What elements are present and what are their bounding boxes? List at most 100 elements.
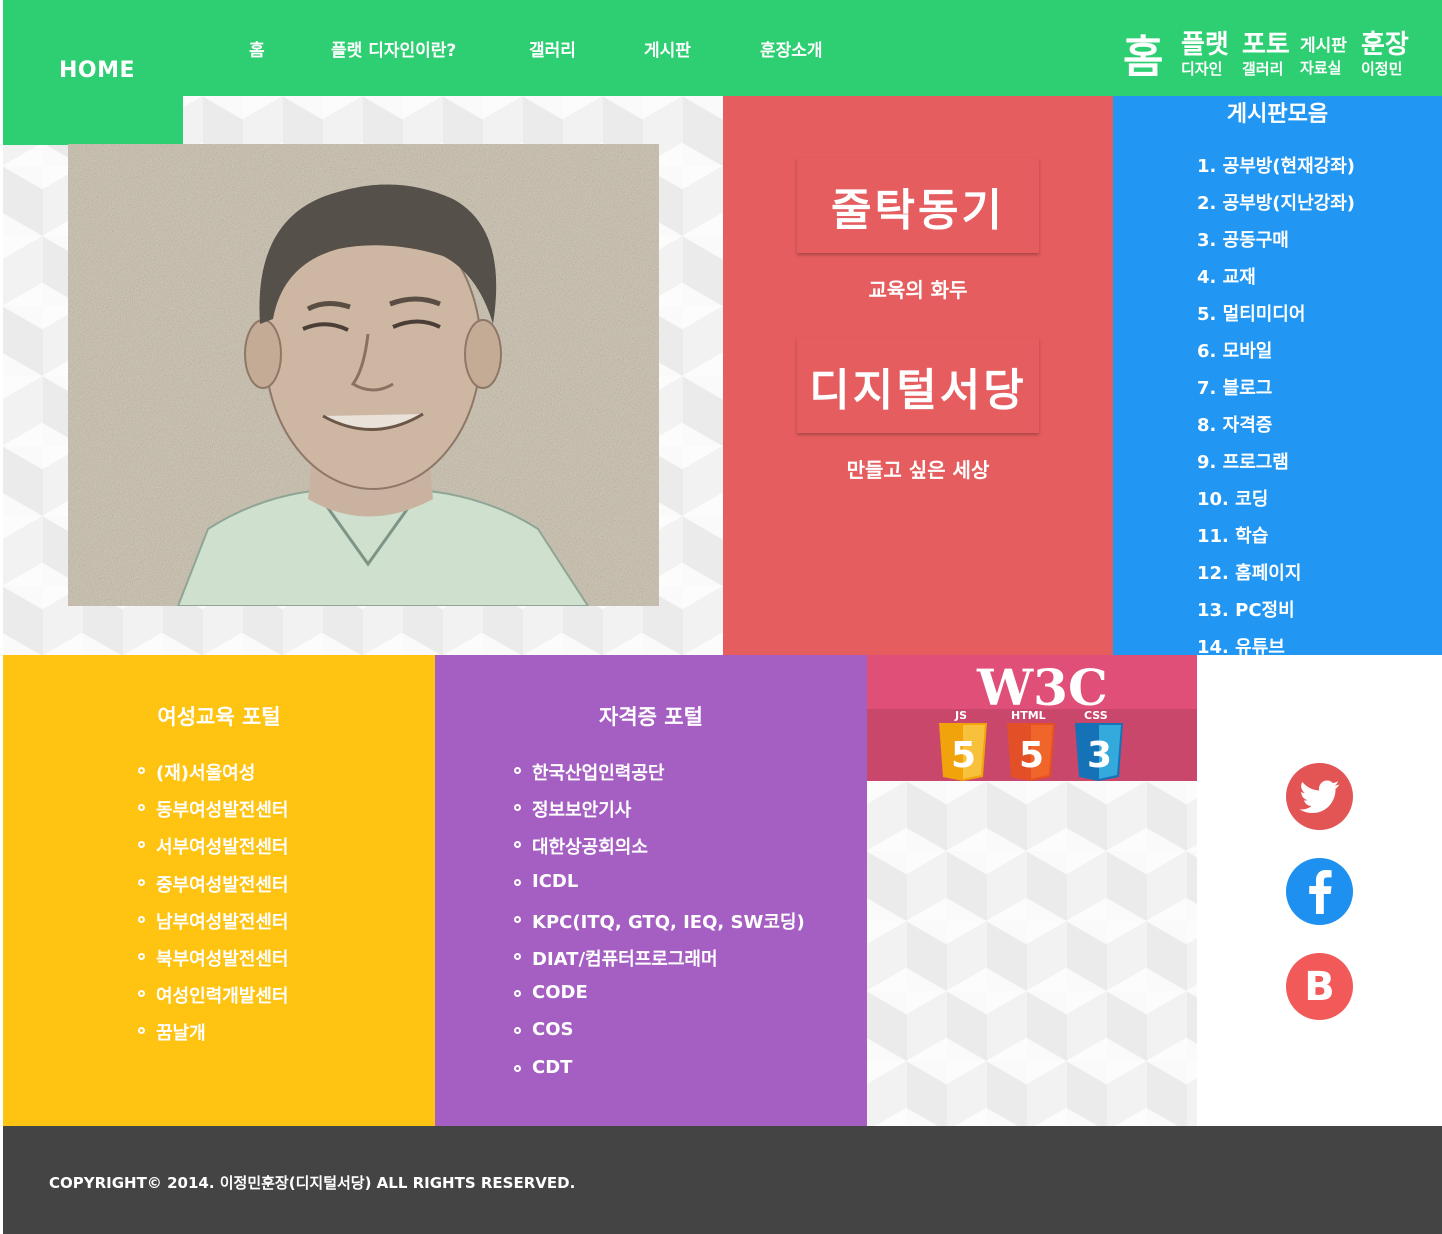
w3c-logo-icon: W3C JS 5 HTML 5 CSS 3 [939, 658, 1123, 781]
social-links: B [1197, 655, 1442, 1126]
women-portal-link[interactable]: 북부여성발전센터 [138, 945, 288, 982]
cert-portal-list: 한국산업인력공단 정보보안기사 대한상공회의소 ICDL KPC(ITQ, GT… [514, 759, 805, 1094]
motto-sub-education: 교육의 화두 [868, 278, 968, 302]
brand-board-small: 자료실 [1300, 59, 1342, 77]
motto-sub-world: 만들고 싶은 세상 [846, 458, 990, 482]
html-badge-number: 5 [1019, 735, 1044, 776]
bullet-icon [514, 878, 521, 886]
cert-portal-link[interactable]: KPC(ITQ, GTQ, IEQ, SW코딩) [514, 908, 805, 945]
js-badge-label: JS [954, 709, 967, 722]
cert-portal-link[interactable]: DIAT/컴퓨터프로그래머 [514, 945, 805, 982]
board-link[interactable]: 7. 블로그 [1197, 374, 1355, 411]
portrait-illustration [68, 144, 659, 606]
bullet-icon [138, 915, 145, 923]
board-link[interactable]: 2. 공부방(지난강좌) [1197, 189, 1355, 226]
motto-button-jultakdonggi[interactable]: 줄탁동기 [797, 158, 1039, 253]
women-portal-link[interactable]: 중부여성발전센터 [138, 871, 288, 908]
women-portal-link-label: 중부여성발전센터 [156, 874, 289, 896]
board-collection: 게시판모음 1. 공부방(현재강좌) 2. 공부방(지난강좌) 3. 공동구매 … [1113, 96, 1442, 655]
cert-portal-link-label: ICDL [532, 870, 579, 892]
facebook-button[interactable] [1286, 858, 1353, 925]
cert-portal-link[interactable]: ICDL [514, 871, 805, 908]
women-portal-link[interactable]: 꿈날개 [138, 1019, 288, 1056]
board-link[interactable]: 1. 공부방(현재강좌) [1197, 152, 1355, 189]
html5-badge-icon: HTML 5 [1007, 709, 1055, 781]
women-portal-link-label: 꿈날개 [156, 1023, 206, 1045]
cert-portal-link[interactable]: COS [514, 1019, 805, 1056]
motto-button-digital-seodang[interactable]: 디지털서당 [797, 338, 1039, 433]
board-link[interactable]: 10. 코딩 [1197, 485, 1355, 522]
cert-portal-link-label: CODE [532, 982, 588, 1004]
board-link[interactable]: 4. 교재 [1197, 263, 1355, 300]
cert-portal-title: 자격증 포털 [599, 705, 703, 729]
teacher-portrait [68, 144, 659, 606]
cert-portal-link[interactable]: CDT [514, 1057, 805, 1094]
css3-badge-icon: CSS 3 [1075, 709, 1123, 781]
bullet-icon [138, 1027, 145, 1035]
women-portal-link-label: 여성인력개발센터 [156, 986, 289, 1008]
women-portal-link[interactable]: 동부여성발전센터 [138, 796, 288, 833]
cert-portal-link[interactable]: 한국산업인력공단 [514, 759, 805, 796]
women-portal-link-label: 남부여성발전센터 [156, 911, 289, 933]
bullet-icon [138, 952, 145, 960]
w3c-banner[interactable]: W3C JS 5 HTML 5 CSS 3 [867, 655, 1197, 781]
board-link[interactable]: 14. 유튜브 [1197, 633, 1355, 655]
bullet-icon [514, 952, 521, 960]
women-portal-link[interactable]: 서부여성발전센터 [138, 833, 288, 870]
bullet-icon [514, 841, 521, 849]
cert-portal-link-label: 한국산업인력공단 [532, 763, 665, 784]
bullet-icon [138, 990, 145, 998]
blog-icon: B [1304, 963, 1335, 1010]
js-badge-icon: JS 5 [939, 709, 987, 781]
cert-portal-link[interactable]: 대한상공회의소 [514, 833, 805, 870]
brand-photo-gallery[interactable]: 포토 갤러리 [1242, 32, 1290, 77]
nav-board[interactable]: 게시판 [644, 36, 691, 61]
footer: COPYRIGHT© 2014. 이정민훈장(디지털서당) ALL RIGHTS… [3, 1126, 1442, 1234]
html-badge-label: HTML [1011, 709, 1046, 722]
women-portal-link[interactable]: 남부여성발전센터 [138, 908, 288, 945]
cert-portal-link[interactable]: 정보보안기사 [514, 796, 805, 833]
bullet-icon [514, 804, 521, 812]
women-portal-link[interactable]: (재)서울여성 [138, 759, 288, 796]
board-link[interactable]: 8. 자격증 [1197, 411, 1355, 448]
cert-portal-link-label: KPC(ITQ, GTQ, IEQ, SW코딩) [532, 911, 805, 933]
bullet-icon [138, 767, 145, 774]
brand-photo-small: 갤러리 [1242, 60, 1284, 78]
twitter-icon [1299, 780, 1339, 813]
brand-flat-design[interactable]: 플랫 디자인 [1181, 32, 1229, 77]
women-education-portal: 여성교육 포털 (재)서울여성 동부여성발전센터 서부여성발전센터 중부여성발전… [3, 655, 435, 1126]
women-portal-link[interactable]: 여성인력개발센터 [138, 982, 288, 1019]
twitter-button[interactable] [1286, 763, 1353, 830]
motto-button-digital-seodang-label: 디지털서당 [809, 364, 1027, 416]
bullet-icon [514, 915, 521, 923]
footer-copyright: COPYRIGHT© 2014. 이정민훈장(디지털서당) ALL RIGHTS… [49, 1174, 576, 1192]
blog-button[interactable]: B [1286, 953, 1353, 1020]
brand-flat-big: 플랫 [1181, 30, 1229, 60]
brand-home-link[interactable]: 홈 [1123, 36, 1163, 80]
board-link[interactable]: 3. 공동구매 [1197, 226, 1355, 263]
women-portal-link-label: 서부여성발전센터 [156, 837, 289, 859]
nav-home[interactable]: 홈 [249, 36, 265, 61]
board-link[interactable]: 9. 프로그램 [1197, 448, 1355, 485]
cert-portal-link[interactable]: CODE [514, 982, 805, 1019]
nav-flat-design[interactable]: 플랫 디자인이란? [331, 36, 456, 61]
home-tab[interactable]: HOME [3, 0, 183, 145]
board-link[interactable]: 11. 학습 [1197, 522, 1355, 559]
nav-about[interactable]: 훈장소개 [760, 36, 823, 61]
board-link[interactable]: 12. 홈페이지 [1197, 559, 1355, 596]
brand-board-archive[interactable]: 게시판 자료실 [1300, 38, 1347, 76]
brand-teacher-small: 이정민 [1361, 60, 1403, 78]
board-collection-title: 게시판모음 [1226, 102, 1329, 127]
certificate-portal: 자격증 포털 한국산업인력공단 정보보안기사 대한상공회의소 ICDL KPC(… [435, 655, 867, 1126]
board-link[interactable]: 13. PC정비 [1197, 596, 1355, 633]
board-link[interactable]: 5. 멀티미디어 [1197, 300, 1355, 337]
women-portal-link-label: (재)서울여성 [156, 763, 256, 784]
brand-teacher[interactable]: 훈장 이정민 [1361, 32, 1409, 77]
nav-gallery[interactable]: 갤러리 [529, 36, 576, 61]
board-link[interactable]: 6. 모바일 [1197, 337, 1355, 374]
home-tab-label: HOME [59, 58, 136, 83]
top-navigation-bar: 홈 플랫 디자인이란? 갤러리 게시판 훈장소개 홈 플랫 디자인 포토 갤러리… [3, 0, 1442, 96]
brand-board-big: 게시판 [1300, 36, 1347, 56]
pattern-filler [867, 781, 1197, 1126]
cert-portal-link-label: 대한상공회의소 [532, 837, 648, 859]
